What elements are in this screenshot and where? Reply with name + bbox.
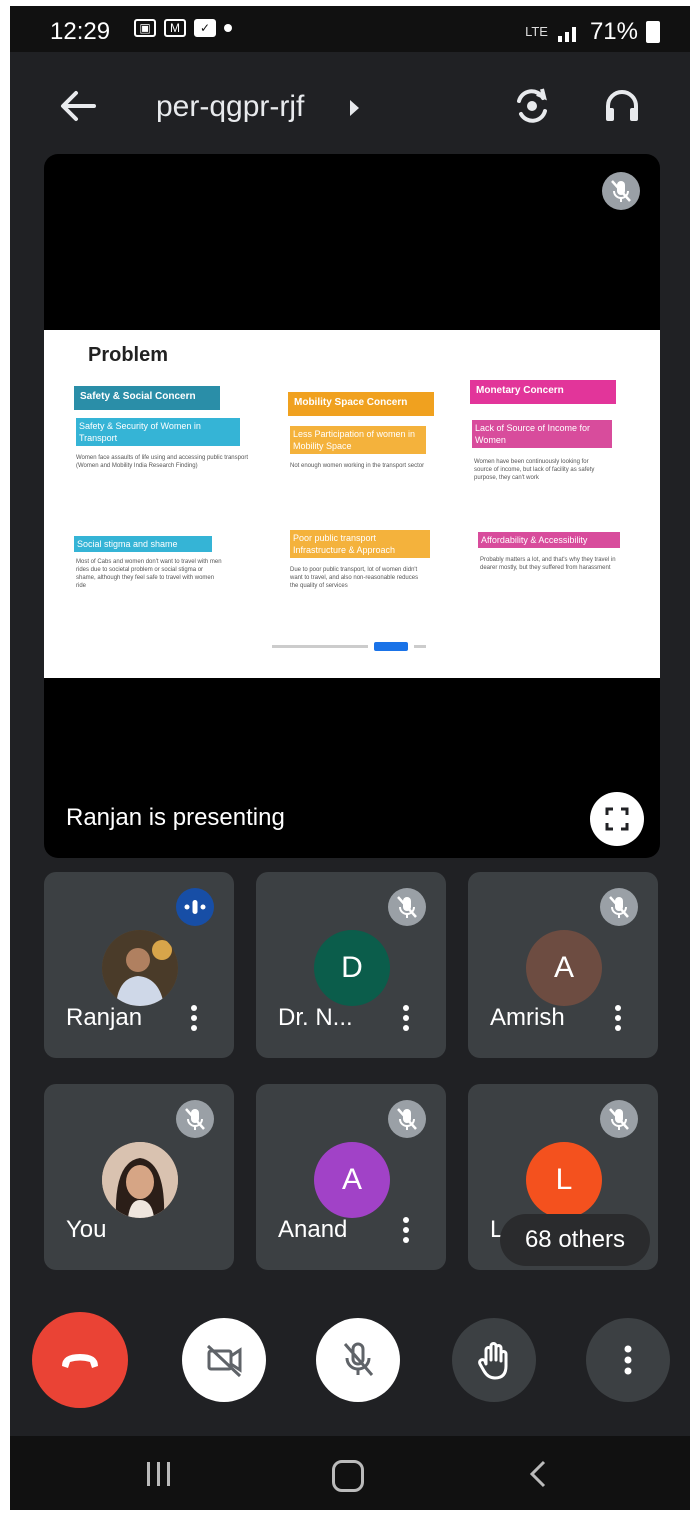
signal-icon [557,27,576,42]
slide-section-desc: Women have been continuously looking for… [474,459,595,481]
slide-section-desc: Women face assaults of life using and ac… [76,455,248,469]
participant-options-icon[interactable] [184,1002,204,1038]
meeting-info-caret-icon[interactable] [350,100,359,116]
back-arrow-icon[interactable] [58,88,98,124]
mic-off-icon [343,1342,374,1376]
slide-section-sub: Safety & Security of Women in Transport [76,418,240,446]
shared-slide: Problem Safety & Social Concern Safety &… [44,330,660,678]
participant-name: Anand [278,1216,348,1243]
speaking-indicator-icon [176,888,214,926]
participant-tile[interactable]: A Anand [256,1084,446,1270]
nav-back-icon[interactable] [526,1458,550,1490]
slide-section-heading: Mobility Space Concern [288,392,434,416]
muted-mic-icon [600,1100,638,1138]
notification-icons: ▣ M ✓ [134,19,232,37]
meet-screen: 12:29 ▣ M ✓ LTE 71% per-qgpr-rjf Problem… [10,6,690,1510]
status-bar: 12:29 ▣ M ✓ LTE 71% [10,6,690,52]
avatar-photo [102,1142,178,1218]
participant-tile[interactable]: A Amrish [468,872,658,1058]
slide-footer-text-line [414,645,426,648]
status-time: 12:29 [50,18,111,45]
muted-mic-icon [176,1100,214,1138]
slide-section-heading: Social stigma and shame [74,536,212,552]
end-call-button[interactable] [32,1312,128,1408]
participant-tile[interactable]: D Dr. N... [256,872,446,1058]
switch-camera-icon[interactable] [510,84,554,128]
participant-name: Ranjan [66,1004,143,1031]
others-count-button[interactable]: 68 others [500,1214,650,1266]
participant-options-icon[interactable] [608,1002,628,1038]
more-options-button[interactable] [586,1318,670,1402]
muted-mic-icon [388,1100,426,1138]
participant-name: Amrish [490,1004,565,1031]
more-notifications-dot [224,24,232,32]
slide-section-desc: Most of Cabs and women don't want to tra… [76,559,222,589]
slide-footer-button [374,642,408,651]
participant-options-icon[interactable] [396,1214,416,1250]
raise-hand-button[interactable] [452,1318,536,1402]
slide-footer-text-line [272,645,368,648]
muted-mic-icon [388,888,426,926]
slide-footer-bar [272,642,432,652]
muted-mic-icon [600,888,638,926]
more-vert-icon [624,1345,632,1375]
slide-section-heading: Poor public transport Infrastructure & A… [290,530,430,558]
avatar-initial: A [526,930,602,1006]
slide-section-sub: Less Participation of women in Mobility … [290,426,426,454]
image-icon: ▣ [134,19,156,37]
battery-percent: 71% [589,18,638,45]
app-icon: ✓ [194,19,216,37]
slide-section-heading: Affordability & Accessibility [478,532,620,548]
participant-tile[interactable]: You [44,1084,234,1270]
camera-toggle-button[interactable] [182,1318,266,1402]
hang-up-icon [62,1354,98,1368]
presenting-label: Ranjan is presenting [66,804,285,831]
presenter-muted-mic-icon [602,172,640,210]
battery-icon [646,21,660,43]
top-app-bar: per-qgpr-rjf [10,66,690,146]
slide-section-sub: Lack of Source of Income for Women [472,420,612,448]
participant-name: You [66,1216,107,1243]
meeting-code[interactable]: per-qgpr-rjf [156,90,304,124]
avatar-initial: A [314,1142,390,1218]
avatar-initial: D [314,930,390,1006]
fullscreen-icon [605,807,629,831]
participant-tile[interactable]: Ranjan [44,872,234,1058]
network-indicator: LTE [525,24,548,39]
fullscreen-button[interactable] [590,792,644,846]
headphones-icon[interactable] [600,84,644,128]
presentation-tile[interactable]: Problem Safety & Social Concern Safety &… [44,154,660,858]
participant-name: Dr. N... [278,1004,353,1031]
slide-section-desc: Probably matters a lot, and that's why t… [480,557,616,571]
gmail-icon: M [164,19,186,37]
home-icon[interactable] [332,1460,364,1492]
system-nav-bar [10,1436,690,1510]
recents-icon[interactable] [144,1460,174,1488]
slide-section-desc: Not enough women working in the transpor… [290,463,425,469]
slide-section-desc: Due to poor public transport, lot of wom… [290,567,419,589]
slide-section-heading: Monetary Concern [470,380,616,404]
avatar-initial: L [526,1142,602,1218]
mic-toggle-button[interactable] [316,1318,400,1402]
status-right: LTE 71% [525,18,660,46]
camera-off-icon [206,1344,242,1378]
participant-options-icon[interactable] [396,1002,416,1038]
slide-section-heading: Safety & Social Concern [74,386,220,410]
avatar-photo [102,930,178,1006]
slide-title: Problem [88,344,169,366]
hand-icon [478,1342,508,1380]
